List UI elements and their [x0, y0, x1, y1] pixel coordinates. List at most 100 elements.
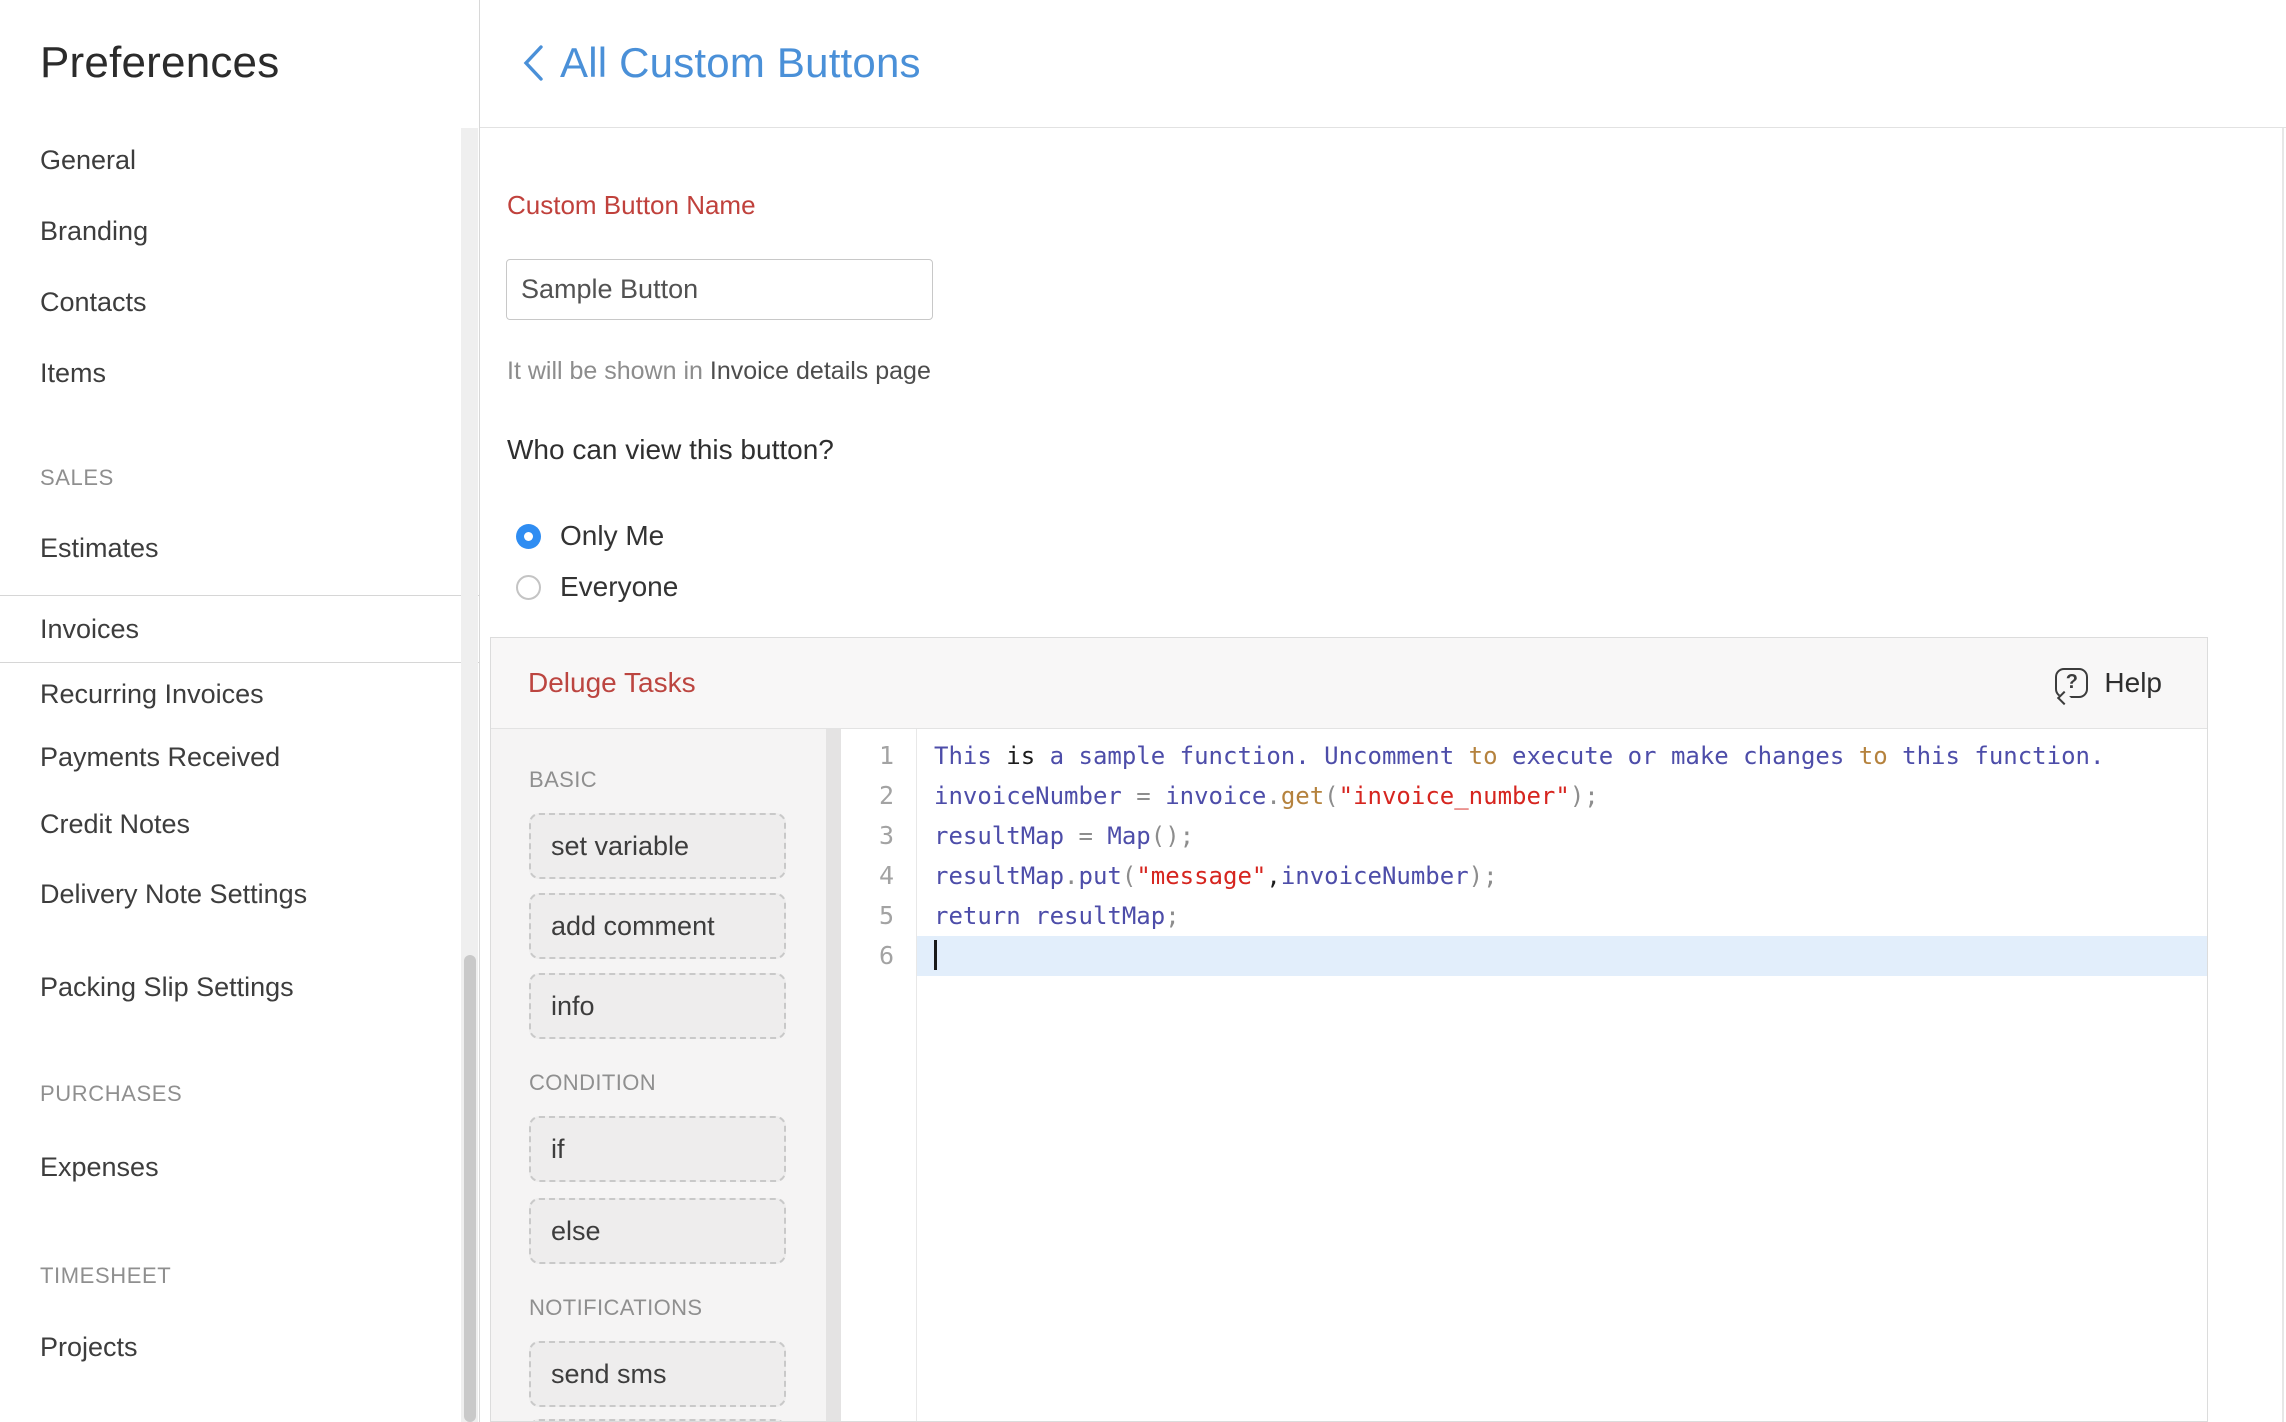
code-token: get	[1280, 782, 1325, 810]
code-token: (	[1121, 862, 1137, 890]
zoho-preferences-page: { "sidebar": { "title": "Preferences", "…	[0, 0, 2286, 1422]
code-token: put	[1078, 862, 1122, 890]
code-line[interactable]: invoiceNumber = invoice.get("invoice_num…	[917, 776, 2207, 816]
code-token: resultMap	[934, 822, 1079, 850]
palette-section-notifications: NOTIFICATIONS	[529, 1295, 703, 1320]
custom-button-name-label: Custom Button Name	[507, 190, 756, 220]
code-line[interactable]: This is a sample function. Uncomment to …	[917, 736, 2207, 776]
radio-label: Everyone	[560, 571, 679, 602]
text-cursor	[934, 940, 937, 970]
sidebar-item-packing-slip-settings[interactable]: Packing Slip Settings	[40, 953, 294, 1021]
palette-section-basic: BASIC	[529, 767, 598, 792]
shown-in-helper-text: It will be shown in Invoice details page	[507, 357, 931, 385]
chevron-left-icon	[523, 45, 543, 81]
code-token: invoice	[1165, 782, 1267, 810]
task-button-send-sms[interactable]: send sms	[529, 1341, 786, 1407]
task-button-partially-visible[interactable]	[529, 1419, 786, 1421]
code-token: a sample function. Uncomment	[1035, 742, 1469, 770]
palette-section-condition: CONDITION	[529, 1070, 657, 1095]
code-token: );	[1468, 862, 1498, 890]
editor-line-number-gutter: 1 2 3 4 5 6	[841, 729, 917, 1421]
sidebar-item-invoices-selected[interactable]: Invoices	[0, 595, 479, 663]
custom-button-name-input[interactable]	[506, 259, 933, 320]
code-token: ;	[1165, 902, 1180, 930]
help-label: Help	[2104, 667, 2162, 698]
code-line-active[interactable]	[917, 936, 2207, 976]
sidebar-item-branding[interactable]: Branding	[40, 197, 148, 265]
task-button-add-comment[interactable]: add comment	[529, 893, 786, 959]
task-button-if[interactable]: if	[529, 1116, 786, 1182]
help-button[interactable]: ? Help	[2055, 667, 2162, 699]
deluge-panel-body: BASIC set variable add comment info CONDITIO…	[491, 729, 2207, 1421]
sidebar-section-sales: SALES	[40, 465, 114, 490]
code-token: return resultMap	[934, 902, 1166, 930]
code-token: resultMap	[934, 862, 1065, 890]
content-header: All Custom Buttons	[480, 0, 2286, 128]
code-token: execute or make changes	[1497, 742, 1859, 770]
sidebar-section-purchases: PURCHASES	[40, 1081, 183, 1106]
sidebar-item-payments-received[interactable]: Payments Received	[40, 723, 280, 791]
deluge-panel-title: Deluge Tasks	[528, 667, 696, 698]
sidebar-item-credit-notes[interactable]: Credit Notes	[40, 790, 190, 858]
visibility-question: Who can view this button?	[507, 434, 834, 465]
code-token: .	[1064, 862, 1079, 890]
code-token: =	[1136, 782, 1166, 810]
sidebar-item-items[interactable]: Items	[40, 339, 106, 407]
sidebar-item-delivery-note-settings[interactable]: Delivery Note Settings	[40, 860, 307, 928]
palette-scrollbar-track[interactable]	[826, 729, 841, 1421]
code-token: "invoice_number"	[1338, 782, 1570, 810]
sidebar-item-general[interactable]: General	[40, 126, 136, 194]
code-line[interactable]: resultMap = Map();	[917, 816, 2207, 856]
line-number: 3	[878, 821, 894, 850]
page-title: All Custom Buttons	[560, 39, 921, 87]
sidebar-item-expenses[interactable]: Expenses	[40, 1133, 159, 1201]
content-right-scroll-edge	[2282, 128, 2284, 1422]
sidebar-scrollbar-track[interactable]	[461, 128, 478, 1422]
code-token: ,	[1266, 862, 1281, 890]
deluge-code-editor[interactable]: This is a sample function. Uncomment to …	[917, 729, 2207, 1421]
code-token: to	[1858, 742, 1888, 770]
code-line[interactable]: return resultMap;	[917, 896, 2207, 936]
deluge-task-palette: BASIC set variable add comment info CONDITIO…	[491, 729, 826, 1421]
shown-in-page-name: Invoice details page	[709, 357, 931, 385]
code-token: invoiceNumber	[934, 782, 1137, 810]
deluge-tasks-panel: Deluge Tasks ? Help BASIC set variable add…	[490, 637, 2208, 1422]
sidebar-scrollbar-thumb[interactable]	[463, 955, 476, 1422]
task-button-info[interactable]: info	[529, 973, 786, 1039]
code-token: );	[1569, 782, 1599, 810]
sidebar-item-contacts[interactable]: Contacts	[40, 268, 147, 336]
deluge-panel-header: Deluge Tasks ? Help	[491, 638, 2207, 729]
sidebar-item-label: Invoices	[40, 614, 140, 644]
code-token: is	[1006, 742, 1036, 770]
line-number: 4	[878, 861, 894, 890]
code-token: to	[1468, 742, 1498, 770]
task-button-set-variable[interactable]: set variable	[529, 813, 786, 879]
code-token: =	[1078, 822, 1108, 850]
radio-option-only-me[interactable]: Only Me	[516, 518, 664, 554]
sidebar-title: Preferences	[40, 38, 280, 87]
code-token: This	[934, 742, 1007, 770]
code-token: Map	[1107, 822, 1151, 850]
help-question-icon: ?	[2055, 668, 2089, 698]
preferences-sidebar: Preferences General Branding Contacts Items…	[0, 0, 480, 1422]
code-token: .	[1266, 782, 1281, 810]
radio-option-everyone[interactable]: Everyone	[516, 569, 678, 605]
back-to-all-custom-buttons-link[interactable]: All Custom Buttons	[522, 39, 921, 87]
line-number: 5	[878, 901, 894, 930]
code-token: (	[1324, 782, 1339, 810]
radio-label: Only Me	[560, 520, 665, 551]
task-button-else[interactable]: else	[529, 1198, 786, 1264]
line-number: 1	[878, 741, 894, 770]
code-token: ();	[1150, 822, 1195, 850]
sidebar-section-timesheet: TIMESHEET	[40, 1263, 172, 1288]
code-token: "message"	[1136, 862, 1267, 890]
code-token: invoiceNumber	[1280, 862, 1469, 890]
sidebar-item-projects[interactable]: Projects	[40, 1313, 138, 1381]
code-token: this function.	[1887, 742, 2105, 770]
radio-button-icon[interactable]	[516, 523, 541, 549]
sidebar-item-recurring-invoices[interactable]: Recurring Invoices	[40, 660, 264, 728]
line-number: 2	[878, 781, 894, 810]
code-line[interactable]: resultMap.put("message",invoiceNumber);	[917, 856, 2207, 896]
sidebar-item-estimates[interactable]: Estimates	[40, 514, 159, 582]
radio-button-icon[interactable]	[516, 574, 541, 600]
